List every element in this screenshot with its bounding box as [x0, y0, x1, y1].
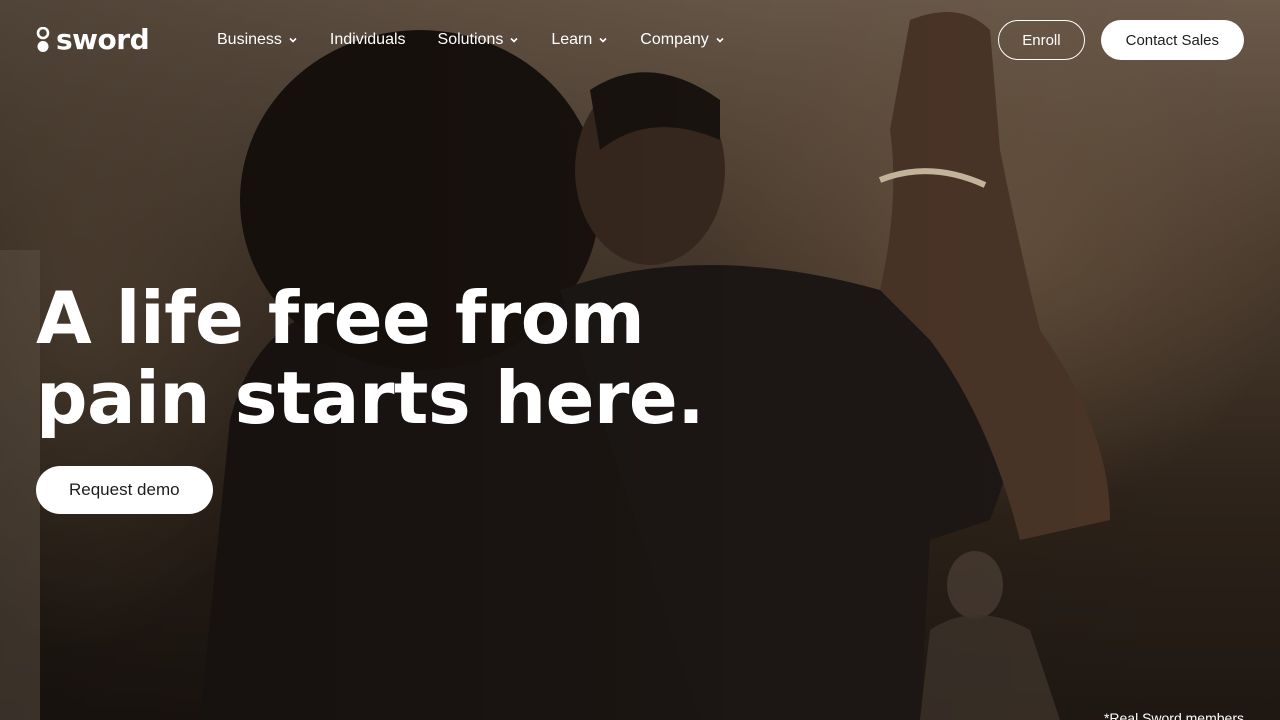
sword-logo-icon	[36, 26, 50, 53]
brand-name: sword	[56, 23, 150, 56]
nav-item-label: Solutions	[437, 31, 504, 48]
chevron-down-icon	[599, 37, 607, 43]
chevron-down-icon	[289, 37, 297, 43]
nav-item-learn[interactable]: Learn	[551, 31, 608, 49]
hero-section: A life free from pain starts here. Reque…	[36, 278, 716, 514]
brand-logo[interactable]: sword	[36, 26, 217, 54]
hero-title-line-2: pain starts here.	[36, 356, 705, 440]
request-demo-button[interactable]: Request demo	[36, 466, 213, 514]
nav-item-individuals[interactable]: Individuals	[330, 31, 406, 49]
nav-item-label: Company	[640, 31, 709, 48]
nav-item-solutions[interactable]: Solutions	[438, 31, 520, 49]
contact-sales-button[interactable]: Contact Sales	[1100, 20, 1244, 60]
main-nav: Business Individuals Solutions Learn Com…	[217, 31, 725, 49]
enroll-button[interactable]: Enroll	[998, 20, 1085, 60]
header-actions: Enroll Contact Sales	[998, 20, 1244, 60]
nav-item-company[interactable]: Company	[640, 31, 724, 49]
hero-title-line-1: A life free from	[36, 276, 645, 360]
chevron-down-icon	[510, 37, 518, 43]
site-header: sword Business Individuals Solutions Lea…	[0, 0, 1280, 80]
nav-item-label: Individuals	[329, 31, 406, 48]
chevron-down-icon	[716, 37, 724, 43]
hero-footnote: *Real Sword members	[1103, 710, 1244, 720]
nav-item-business[interactable]: Business	[217, 31, 298, 49]
nav-item-label: Learn	[551, 31, 593, 48]
hero-title: A life free from pain starts here.	[36, 278, 716, 438]
nav-item-label: Business	[217, 31, 282, 48]
